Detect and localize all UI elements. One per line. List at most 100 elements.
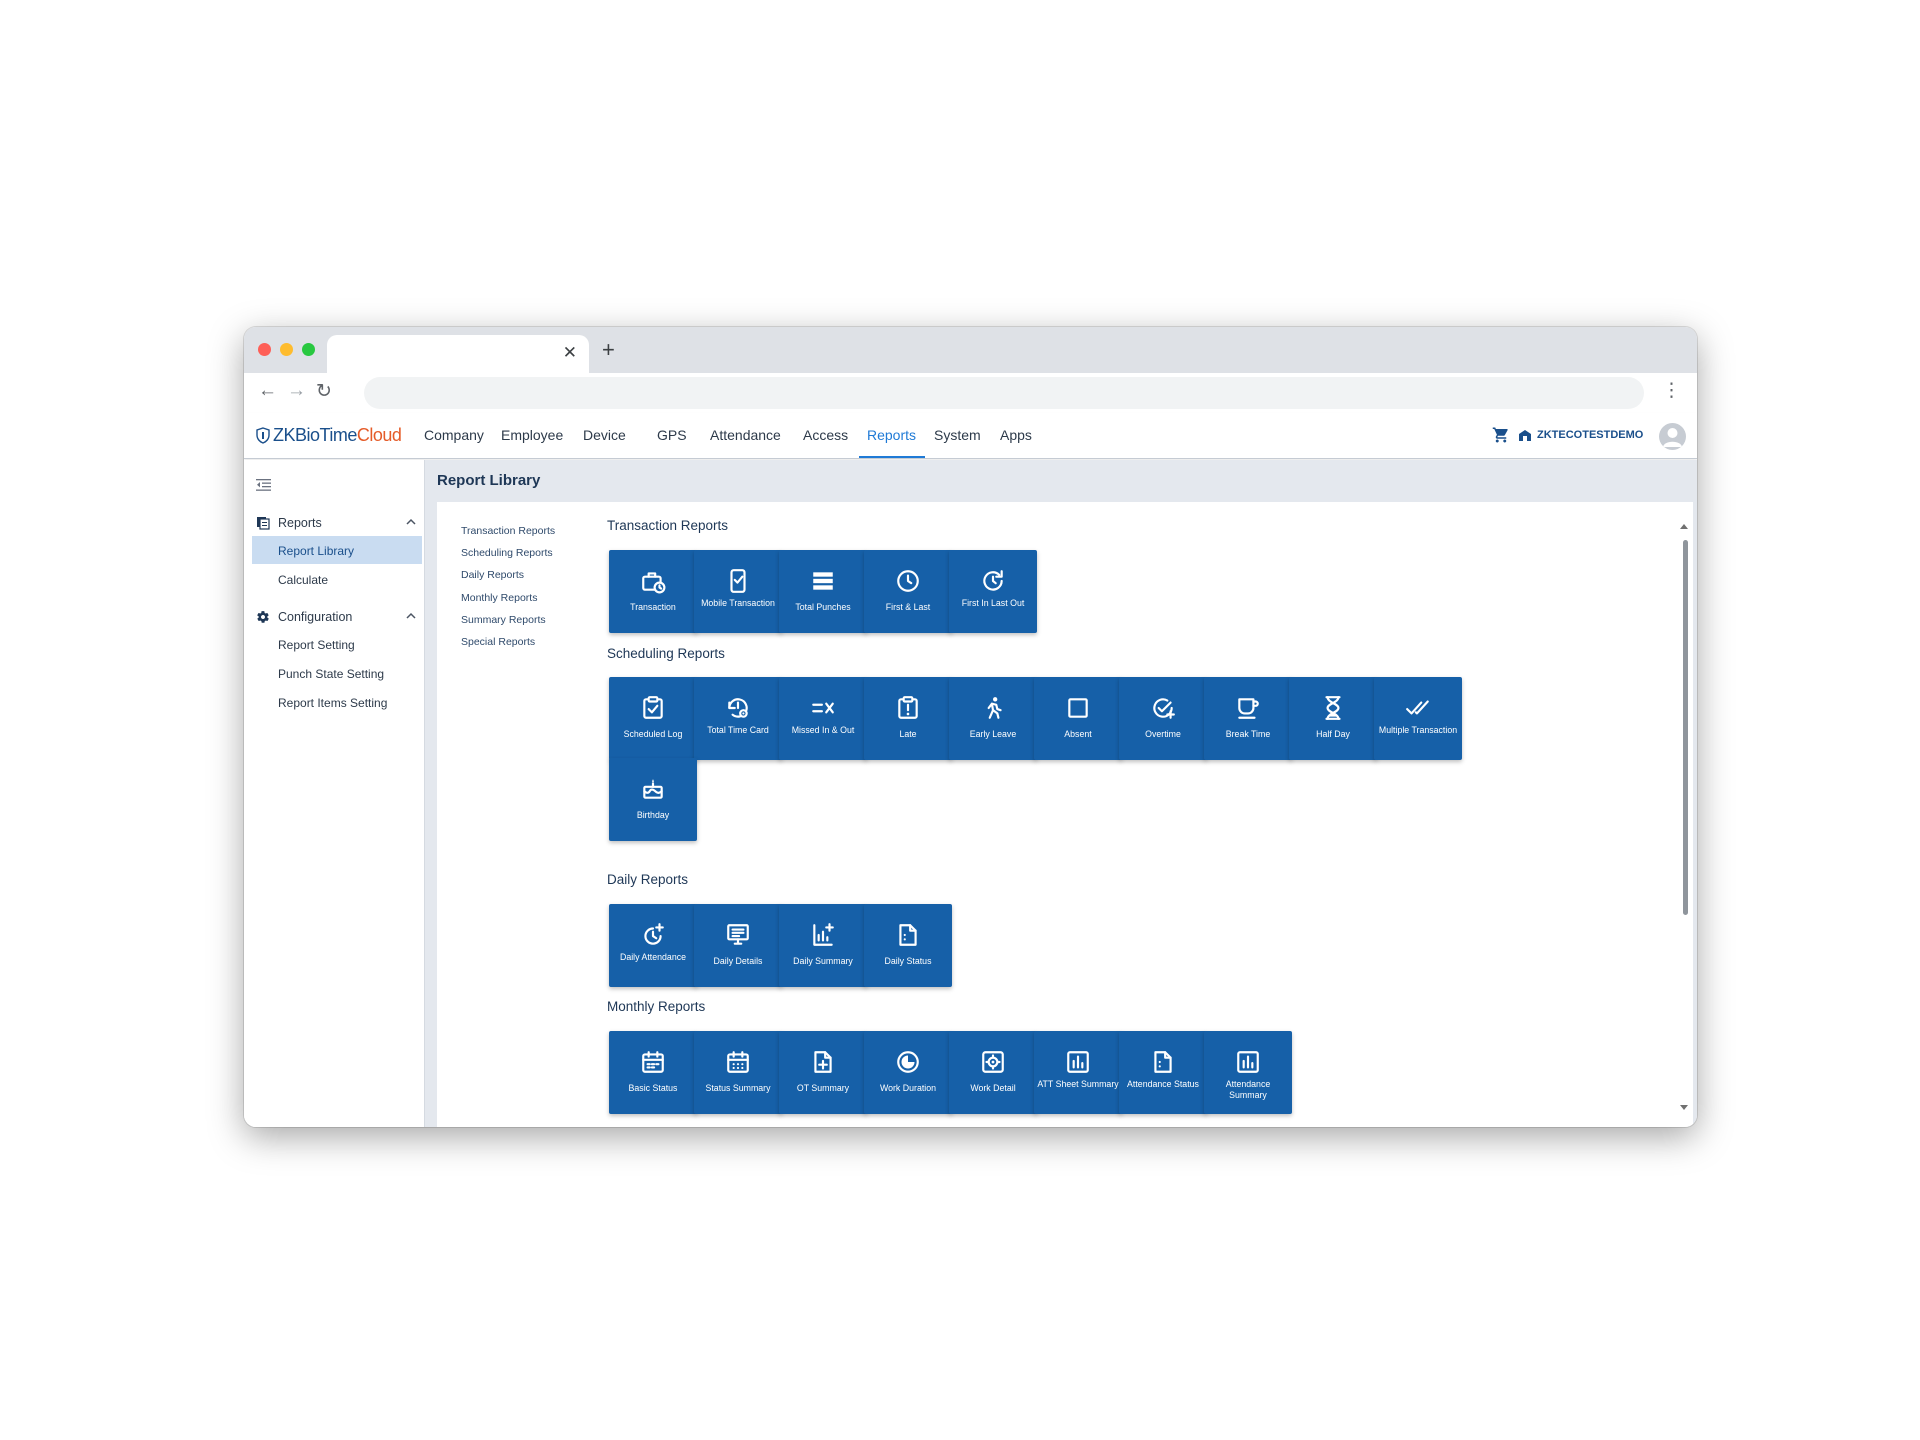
anchor-summary-reports[interactable]: Summary Reports [461,614,546,626]
report-tile-label: Daily Details [713,956,763,966]
report-tile-label: Absent [1064,729,1092,739]
report-tile-missed-in-and-out[interactable]: Missed In & Out [779,677,867,760]
menu-apps[interactable]: Apps [1000,427,1032,443]
report-tile-attendance-summary[interactable]: Attendance Summary [1204,1031,1292,1114]
report-tile-daily-status[interactable]: Daily Status [864,904,952,987]
report-tile-multiple-transaction[interactable]: Multiple Transaction [1374,677,1462,760]
report-tile-daily-summary[interactable]: Daily Summary [779,904,867,987]
scroll-up-arrow[interactable] [1680,524,1688,529]
sidebar-collapse-icon[interactable] [256,478,272,492]
report-tile-mobile-transaction[interactable]: Mobile Transaction [694,550,782,633]
menu-gps[interactable]: GPS [657,427,687,443]
report-tile-label: Work Duration [879,1083,937,1093]
anchor-daily-reports[interactable]: Daily Reports [461,569,524,581]
report-tile-work-detail[interactable]: Work Detail [949,1031,1037,1114]
report-tile-transaction[interactable]: Transaction [609,550,697,633]
report-tile-label: Half Day [1316,729,1350,739]
report-tile-ot-summary[interactable]: OT Summary [779,1031,867,1114]
report-tile-attendance-status[interactable]: Attendance Status [1119,1031,1207,1114]
sidebar-item-report-library[interactable]: Report Library [252,536,422,564]
sidebar-group-configuration[interactable]: Configuration [244,605,425,629]
report-tile-birthday[interactable]: Birthday [609,758,697,841]
report-tile-basic-status[interactable]: Basic Status [609,1031,697,1114]
report-tile-label: Status Summary [705,1083,771,1093]
equal-x-icon [812,702,834,714]
report-tile-first-in-last-out[interactable]: First In Last Out [949,550,1037,633]
menu-access[interactable]: Access [803,427,848,443]
menu-attendance[interactable]: Attendance [710,427,781,443]
company-name[interactable]: ZKTECOTESTDEMO [1537,429,1643,441]
sidebar-item-calculate[interactable]: Calculate [252,565,422,593]
report-tile-overtime[interactable]: Overtime [1119,677,1207,760]
report-tile-late[interactable]: Late [864,677,952,760]
minimize-window-button[interactable] [280,343,293,356]
report-tile-daily-attendance[interactable]: Daily Attendance [609,904,697,987]
menu-employee[interactable]: Employee [501,427,563,443]
check-plus-icon [1153,698,1175,719]
scrollbar-thumb[interactable] [1683,540,1688,915]
sidebar-item-report-items-setting[interactable]: Report Items Setting [252,688,422,716]
chevron-up-icon[interactable] [406,518,416,526]
sidebar-group-label: Configuration [278,610,353,624]
reload-icon[interactable]: ↻ [316,380,332,403]
chevron-up-icon[interactable] [406,612,416,620]
menu-system[interactable]: System [934,427,981,443]
list-stack-icon [813,572,833,590]
report-tile-label: Overtime [1145,729,1181,739]
report-tile-label: Attendance Summary [1225,1079,1271,1100]
sidebar-item-punch-state-setting[interactable]: Punch State Setting [252,659,422,687]
menu-reports[interactable]: Reports [867,427,916,443]
calendar-grid-icon [727,1051,749,1073]
clock-plus-icon [644,923,664,945]
shield-logo-icon [256,427,270,444]
report-tile-half-day[interactable]: Half Day [1289,677,1377,760]
anchor-transaction-reports[interactable]: Transaction Reports [461,525,555,537]
report-tile-work-duration[interactable]: Work Duration [864,1031,952,1114]
address-bar[interactable] [364,377,1644,409]
close-tab-icon[interactable]: ✕ [563,343,577,363]
building-icon [1519,430,1531,441]
maximize-window-button[interactable] [302,343,315,356]
anchor-scheduling-reports[interactable]: Scheduling Reports [461,547,553,559]
back-arrow-icon[interactable]: ← [258,380,277,402]
cart-icon[interactable] [1492,426,1510,444]
close-window-button[interactable] [258,343,271,356]
clipboard-check-icon [643,696,663,719]
sidebar: Reports Report Library Calculate Configu… [244,460,425,1127]
section-title: Monthly Reports [607,999,706,1014]
report-tile-daily-details[interactable]: Daily Details [694,904,782,987]
brand-name: ZKBioTime [273,425,357,445]
report-tile-scheduled-log[interactable]: Scheduled Log [609,677,697,760]
report-tile-early-leave[interactable]: Early Leave [949,677,1037,760]
brand-suffix: Cloud [356,425,402,445]
report-tile-label: Basic Status [628,1083,678,1093]
square-outline-icon [1068,698,1088,718]
avatar[interactable] [1659,423,1686,450]
sidebar-group-reports[interactable]: Reports [244,511,425,535]
browser-tab[interactable]: ✕ [327,335,589,373]
calendar-icon [642,1051,664,1073]
menu-device[interactable]: Device [583,427,626,443]
bar-chart-box-icon [1067,1051,1089,1073]
menu-company[interactable]: Company [424,427,484,443]
scroll-down-arrow[interactable] [1680,1105,1688,1110]
report-tile-first-and-last[interactable]: First & Last [864,550,952,633]
report-tile-total-time-card[interactable]: Total Time Card [694,677,782,760]
anchor-monthly-reports[interactable]: Monthly Reports [461,592,537,604]
new-tab-icon[interactable]: + [602,337,615,363]
sidebar-item-report-setting[interactable]: Report Setting [252,630,422,658]
report-tile-total-punches[interactable]: Total Punches [779,550,867,633]
report-tile-label: Daily Summary [793,956,853,966]
report-tile-absent[interactable]: Absent [1034,677,1122,760]
report-tile-break-time[interactable]: Break Time [1204,677,1292,760]
app-top-nav: ZKBioTime Cloud Company Employee Device G… [244,413,1697,459]
browser-menu-icon[interactable]: ⋮ [1662,379,1681,402]
double-check-icon [1406,700,1429,715]
anchor-special-reports[interactable]: Special Reports [461,636,535,648]
report-tile-label: First & Last [885,602,931,612]
report-tile-label: OT Summary [796,1083,850,1093]
forward-arrow-icon[interactable]: → [287,380,306,402]
report-tile-att-sheet-summary[interactable]: ATT Sheet Summary [1034,1031,1122,1114]
brand-logo[interactable]: ZKBioTime Cloud [256,425,402,446]
report-tile-status-summary[interactable]: Status Summary [694,1031,782,1114]
